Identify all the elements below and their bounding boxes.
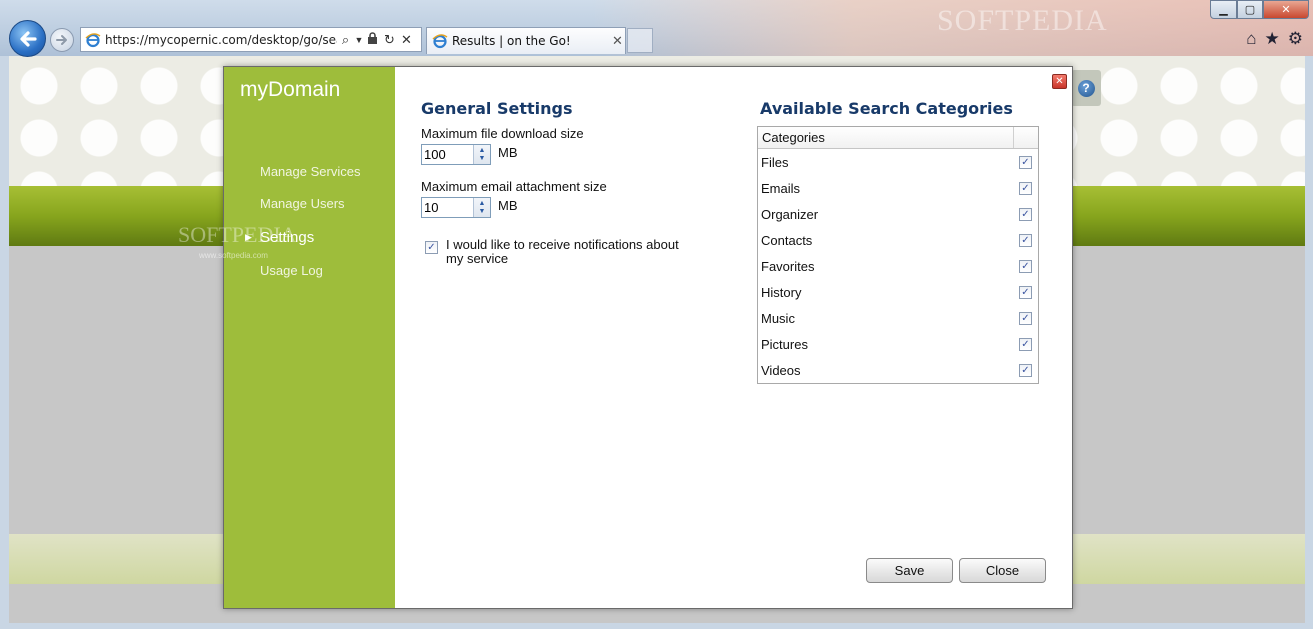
download-size-input[interactable] — [422, 145, 473, 164]
category-checkbox[interactable]: ✓ — [1019, 182, 1032, 195]
help-button[interactable]: ? — [1071, 70, 1101, 106]
minimize-button[interactable]: ▁ — [1210, 0, 1237, 19]
settings-dialog: myDomain Manage Services Manage Users ▶ … — [178, 66, 1073, 609]
categories-header: Categories — [758, 127, 1038, 149]
refresh-icon[interactable]: ↻ — [381, 32, 398, 48]
download-size-label: Maximum file download size — [421, 126, 584, 141]
back-arrow-icon — [19, 30, 37, 47]
ie-tab-icon — [432, 34, 448, 49]
browser-tools: ⌂ ★ ⚙ — [1246, 29, 1303, 49]
tab-close-icon[interactable]: ✕ — [612, 33, 623, 49]
category-checkbox[interactable]: ✓ — [1019, 286, 1032, 299]
nav-manage-users[interactable]: Manage Users — [260, 196, 345, 211]
address-bar[interactable]: https://mycopernic.com/desktop/go/search… — [80, 27, 422, 52]
close-window-button[interactable]: ✕ — [1263, 0, 1309, 19]
maximize-button[interactable]: ▢ — [1237, 0, 1263, 19]
home-icon[interactable]: ⌂ — [1246, 29, 1256, 49]
category-label: Music — [761, 311, 795, 326]
category-label: Emails — [761, 181, 801, 196]
category-row-organizer[interactable]: Organizer ✓ — [758, 202, 1038, 228]
category-row-pictures[interactable]: Pictures ✓ — [758, 332, 1038, 358]
softpedia-watermark: SOFTPEDIA — [937, 4, 1108, 37]
category-checkbox[interactable]: ✓ — [1019, 364, 1032, 377]
category-label: Favorites — [761, 259, 815, 274]
category-row-music[interactable]: Music ✓ — [758, 306, 1038, 332]
favorites-star-icon[interactable]: ★ — [1265, 29, 1280, 49]
category-row-files[interactable]: Files ✓ — [758, 150, 1038, 176]
category-label: Files — [761, 155, 789, 170]
category-checkbox[interactable]: ✓ — [1019, 208, 1032, 221]
ie-page-icon — [85, 32, 101, 47]
category-checkbox[interactable]: ✓ — [1019, 312, 1032, 325]
general-settings-title: General Settings — [421, 99, 573, 118]
stop-icon[interactable]: ✕ — [398, 32, 415, 48]
category-label: Organizer — [761, 207, 819, 222]
download-size-stepper[interactable]: ▲▼ — [421, 144, 491, 165]
notify-checkbox[interactable]: ✓ — [425, 241, 438, 254]
notify-label: I would like to receive notifications ab… — [446, 237, 679, 266]
forward-button[interactable] — [50, 28, 74, 52]
new-tab-button[interactable] — [627, 28, 653, 53]
dialog-close-button[interactable]: ✕ — [1052, 74, 1067, 89]
close-button[interactable]: Close — [959, 558, 1046, 583]
window-controls: ▁ ▢ ✕ — [1210, 0, 1309, 19]
category-checkbox[interactable]: ✓ — [1019, 338, 1032, 351]
forward-arrow-icon — [56, 35, 67, 45]
categories-table: Categories Files ✓ Emails ✓ Organizer ✓ … — [757, 126, 1039, 384]
attachment-size-label: Maximum email attachment size — [421, 179, 607, 194]
gear-icon[interactable]: ⚙ — [1288, 29, 1303, 49]
category-row-contacts[interactable]: Contacts ✓ — [758, 228, 1038, 254]
category-checkbox[interactable]: ✓ — [1019, 234, 1032, 247]
search-icon[interactable]: ⌕ — [337, 32, 354, 48]
categories-title: Available Search Categories — [760, 99, 1013, 118]
browser-chrome: SOFTPEDIA https://mycopernic.com/desktop… — [0, 0, 1313, 57]
softpedia-watermark-url: www.softpedia.com — [199, 251, 268, 260]
back-button[interactable] — [9, 20, 46, 57]
category-row-videos[interactable]: Videos ✓ — [758, 358, 1038, 384]
category-label: Videos — [761, 363, 801, 378]
category-row-history[interactable]: History ✓ — [758, 280, 1038, 306]
help-icon: ? — [1077, 79, 1095, 97]
download-unit: MB — [498, 145, 518, 160]
spin-arrows-icon[interactable]: ▲ ▼ — [473, 198, 490, 217]
nav-manage-services[interactable]: Manage Services — [260, 164, 360, 179]
dialog-title: myDomain — [240, 78, 341, 101]
category-row-emails[interactable]: Emails ✓ — [758, 176, 1038, 202]
dialog-sidebar: myDomain Manage Services Manage Users ▶ … — [178, 67, 395, 608]
category-row-favorites[interactable]: Favorites ✓ — [758, 254, 1038, 280]
nav-usage-log[interactable]: Usage Log — [260, 263, 323, 278]
categories-header-label: Categories — [758, 127, 1014, 148]
softpedia-watermark: SOFTPEDIA — [178, 222, 297, 247]
attachment-size-stepper[interactable]: ▲▼ — [421, 197, 491, 218]
spin-arrows-icon[interactable]: ▲ ▼ — [473, 145, 490, 164]
category-label: Contacts — [761, 233, 813, 248]
save-button[interactable]: Save — [866, 558, 953, 583]
lock-icon[interactable] — [364, 32, 381, 47]
category-label: History — [761, 285, 802, 300]
address-text[interactable]: https://mycopernic.com/desktop/go/search — [105, 33, 337, 47]
attachment-unit: MB — [498, 198, 518, 213]
dropdown-icon[interactable]: ▼ — [354, 35, 364, 45]
category-checkbox[interactable]: ✓ — [1019, 260, 1032, 273]
category-checkbox[interactable]: ✓ — [1019, 156, 1032, 169]
category-label: Pictures — [761, 337, 808, 352]
attachment-size-input[interactable] — [422, 198, 473, 217]
tab-title: Results | on the Go! — [452, 34, 571, 48]
tab-results[interactable]: Results | on the Go! ✕ — [426, 27, 626, 54]
